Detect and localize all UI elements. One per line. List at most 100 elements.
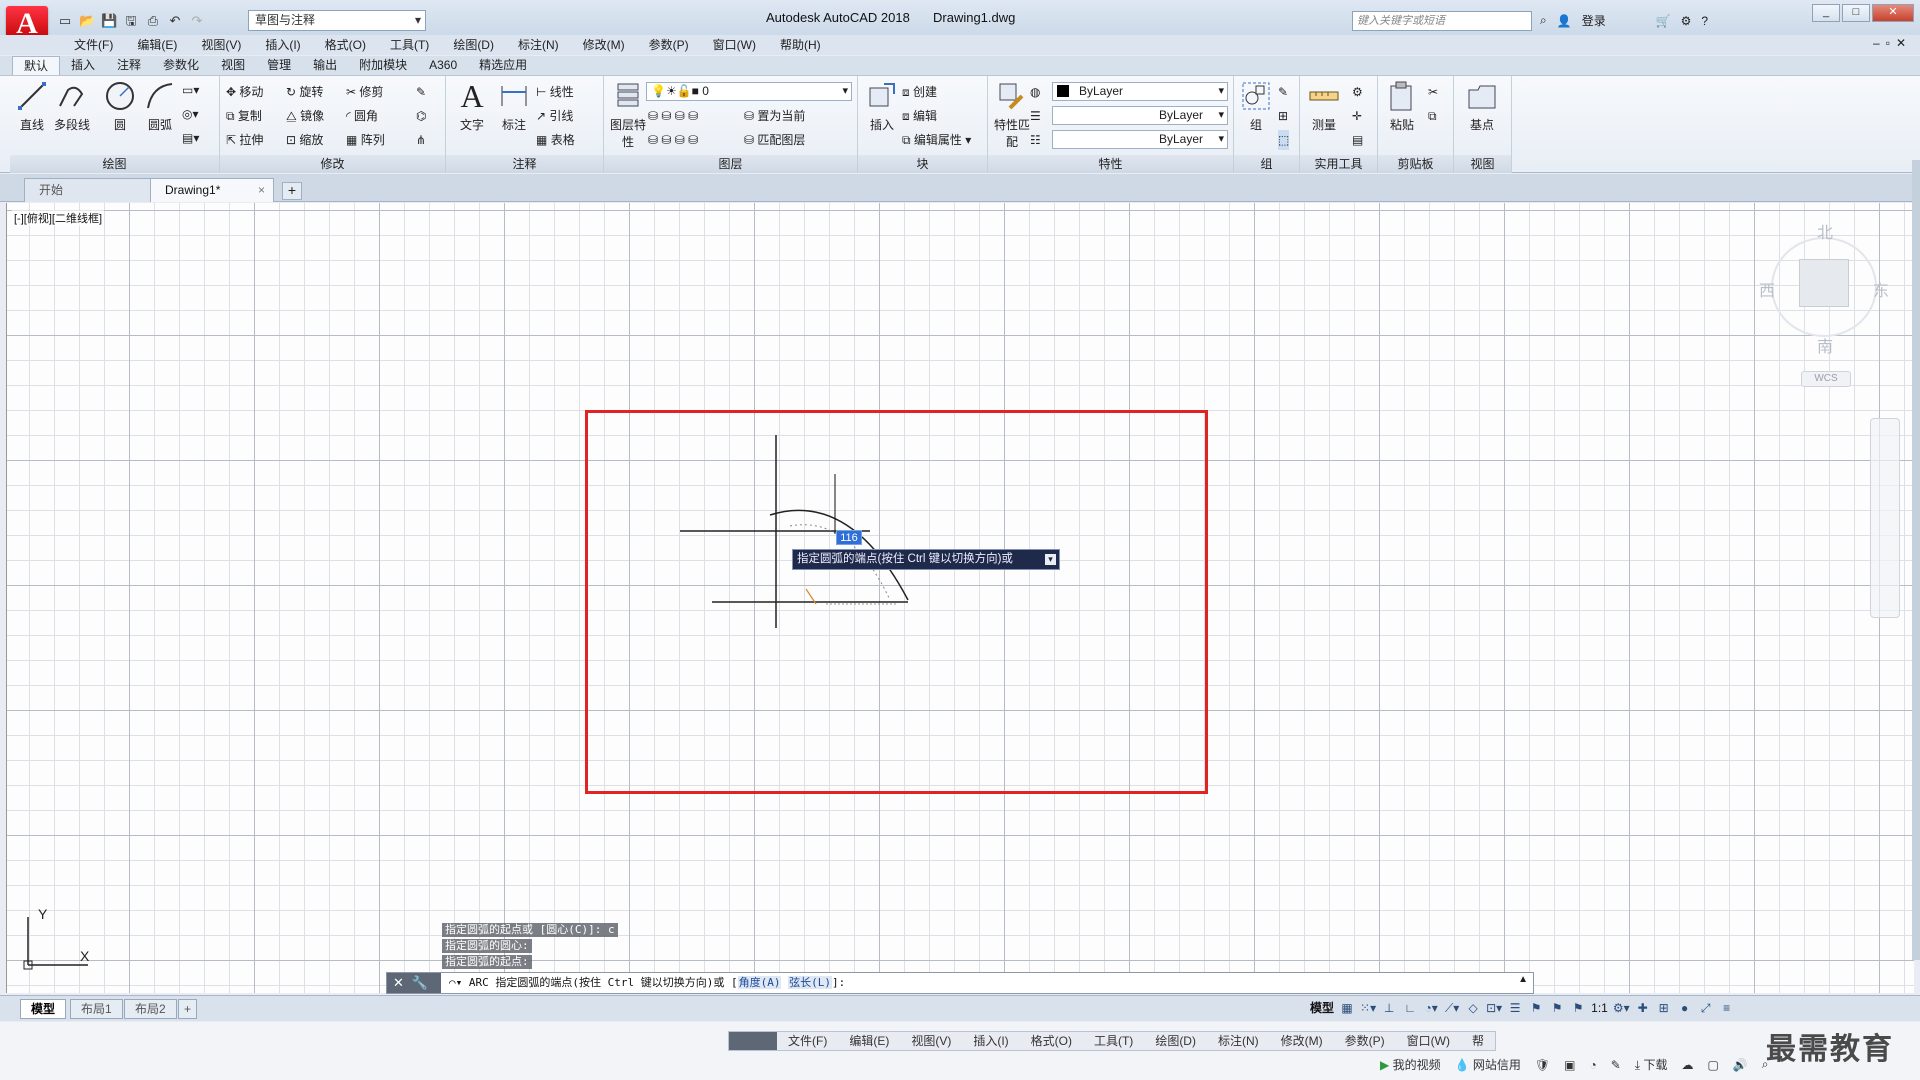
paste-button[interactable]: 粘贴	[1382, 80, 1422, 133]
workspace-gear-icon[interactable]: ⚙▾	[1613, 999, 1630, 1017]
panel-clipboard-title[interactable]: 剪贴板	[1378, 155, 1453, 173]
panel-modify-title[interactable]: 修改	[220, 155, 445, 173]
isolate-objects-icon[interactable]: ●	[1677, 999, 1693, 1017]
add-layout-button[interactable]: +	[178, 999, 198, 1019]
command-history-toggle[interactable]: ▲	[1518, 974, 1528, 985]
set-current-button[interactable]: ⛁ 置为当前	[744, 106, 805, 126]
move-button[interactable]: ✥ 移动	[226, 82, 263, 102]
menu-modify[interactable]: 修改(M)	[571, 35, 637, 55]
bg-menu-tools[interactable]: 工具(T)	[1083, 1032, 1144, 1050]
erase-icon[interactable]: ✎	[416, 82, 426, 102]
calculator-icon[interactable]: ▤	[1352, 130, 1363, 150]
lineweight-toggle-icon[interactable]: ☰	[1507, 999, 1523, 1017]
edit-block-button[interactable]: ⧈ 编辑	[902, 106, 937, 126]
download-button[interactable]: ⤓ 下载	[1635, 1056, 1668, 1073]
panel-annotate-title[interactable]: 注释	[446, 155, 603, 173]
polar-icon[interactable]: ◔▾	[1423, 999, 1439, 1017]
viewcube-east[interactable]: 东	[1873, 277, 1889, 301]
annotation-visibility-icon[interactable]: ⚑	[1528, 999, 1544, 1017]
viewcube-north[interactable]: 北	[1817, 219, 1833, 243]
trim-button[interactable]: ✂ 修剪	[346, 82, 383, 102]
fillet-button[interactable]: ◜ 圆角	[346, 106, 378, 126]
lineweight-icon[interactable]: ☷	[1030, 130, 1041, 150]
panel-utilities-title[interactable]: 实用工具	[1300, 155, 1377, 173]
bg-menu-parametric[interactable]: 参数(P)	[1334, 1032, 1396, 1050]
hatch-icon[interactable]: ◎▾	[182, 104, 199, 124]
cart-icon[interactable]: 🛒	[1656, 14, 1671, 28]
panel-groups-title[interactable]: 组	[1234, 155, 1299, 173]
layer-select[interactable]: 💡☀🔓■ 0	[646, 82, 852, 101]
annotation-monitor-icon[interactable]: ✚	[1635, 999, 1651, 1017]
auto-scale-icon[interactable]: ⚑	[1549, 999, 1565, 1017]
print-icon[interactable]: ⎙	[144, 12, 162, 30]
color-select[interactable]: ByLayer	[1052, 82, 1228, 101]
customization-icon[interactable]: ≡	[1719, 999, 1735, 1017]
leader-button[interactable]: ↗ 引线	[536, 106, 573, 126]
save-as-icon[interactable]: 🖫	[122, 12, 140, 30]
layer-tools-row1[interactable]: ⛁ ⛁ ⛁ ⛁	[648, 106, 698, 126]
text-button[interactable]: A 文字	[452, 80, 492, 133]
viewcube-west[interactable]: 西	[1759, 277, 1775, 301]
menu-edit[interactable]: 编辑(E)	[125, 35, 189, 55]
bg-menu-modify[interactable]: 修改(M)	[1270, 1032, 1334, 1050]
panel-properties-title[interactable]: 特性	[988, 155, 1233, 173]
line-button[interactable]: 直线	[12, 80, 52, 133]
isodraft-icon[interactable]: ◇	[1465, 999, 1481, 1017]
panel-layers-title[interactable]: 图层	[604, 155, 857, 173]
exchange-icon[interactable]: ⚙	[1681, 14, 1692, 28]
tab-default[interactable]: 默认	[12, 56, 61, 75]
linetype-select[interactable]: ByLayer	[1052, 106, 1228, 125]
panel-block-title[interactable]: 块	[858, 155, 987, 173]
group-edit-icon[interactable]: ✎	[1278, 82, 1288, 102]
layer-tools-row2[interactable]: ⛁ ⛁ ⛁ ⛁	[648, 130, 698, 150]
annotation-scale-value[interactable]: 1:1	[1591, 999, 1608, 1017]
copy-button[interactable]: ⧉ 复制	[226, 106, 262, 126]
offset-icon[interactable]: ⋔	[416, 130, 426, 150]
menu-view[interactable]: 视图(V)	[189, 35, 253, 55]
infer-constraints-icon[interactable]: ⊥	[1381, 999, 1397, 1017]
boundary-icon[interactable]: ▤▾	[182, 128, 199, 148]
match-layer-button[interactable]: ⛁ 匹配图层	[744, 130, 805, 150]
viewcube-south[interactable]: 南	[1817, 333, 1833, 357]
tab-parametric[interactable]: 参数化	[152, 56, 210, 75]
dimension-button[interactable]: 标注	[494, 80, 534, 133]
speed-icon[interactable]: ◔	[1589, 1058, 1596, 1072]
tab-manage[interactable]: 管理	[256, 56, 302, 75]
options-dropdown-icon[interactable]: ▾	[1045, 554, 1056, 565]
menu-dimension[interactable]: 标注(N)	[506, 35, 571, 55]
group-button[interactable]: 组	[1236, 80, 1276, 133]
viewcube[interactable]: 北 南 东 西 WCS	[1745, 215, 1915, 395]
menu-draw[interactable]: 绘图(D)	[441, 35, 506, 55]
bg-menu-window[interactable]: 窗口(W)	[1396, 1032, 1461, 1050]
site-credit-button[interactable]: 💧 网站信用	[1455, 1056, 1521, 1073]
tab-annotate[interactable]: 注释	[106, 56, 152, 75]
layout-tab-2[interactable]: 布局2	[124, 999, 177, 1019]
snap-icon[interactable]: ⁙▾	[1360, 999, 1376, 1017]
volume-icon[interactable]: 🔊	[1733, 1058, 1748, 1072]
menu-tools[interactable]: 工具(T)	[378, 35, 441, 55]
command-prompt[interactable]: ⌒▾ ARC 指定圆弧的端点(按住 Ctrl 键以切换方向)或 [角度(A) 弦…	[449, 973, 845, 993]
measure-button[interactable]: 测量	[1304, 80, 1344, 133]
tab-a360[interactable]: A360	[418, 56, 468, 75]
redo-icon[interactable]: ↷	[188, 12, 206, 30]
array-button[interactable]: ▦ 阵列	[346, 130, 385, 150]
edit-attributes-button[interactable]: ⧉ 编辑属性 ▾	[902, 130, 971, 150]
navigation-bar[interactable]	[1870, 418, 1900, 618]
menu-insert[interactable]: 插入(I)	[253, 35, 312, 55]
units-icon[interactable]: ⊞	[1656, 999, 1672, 1017]
annotation-scale-icon[interactable]: ⚑	[1570, 999, 1586, 1017]
panel-draw-title[interactable]: 绘图	[10, 155, 219, 173]
layout-tab-1[interactable]: 布局1	[70, 999, 123, 1019]
create-block-button[interactable]: ⧈ 创建	[902, 82, 937, 102]
explode-icon[interactable]: ⌬	[416, 106, 426, 126]
menu-format[interactable]: 格式(O)	[313, 35, 378, 55]
osnap-tracking-icon[interactable]: ⊡▾	[1486, 999, 1502, 1017]
menu-window[interactable]: 窗口(W)	[701, 35, 768, 55]
bg-menu-view[interactable]: 视图(V)	[900, 1032, 962, 1050]
linetype-icon[interactable]: ☰	[1030, 106, 1041, 126]
shield-icon[interactable]: 🛡	[1535, 1058, 1550, 1072]
quick-select-icon[interactable]: ⚙	[1352, 82, 1363, 102]
viewcube-wcs-menu[interactable]: WCS	[1801, 371, 1851, 387]
bg-menu-edit[interactable]: 编辑(E)	[838, 1032, 900, 1050]
save-icon[interactable]: 💾	[100, 12, 118, 30]
